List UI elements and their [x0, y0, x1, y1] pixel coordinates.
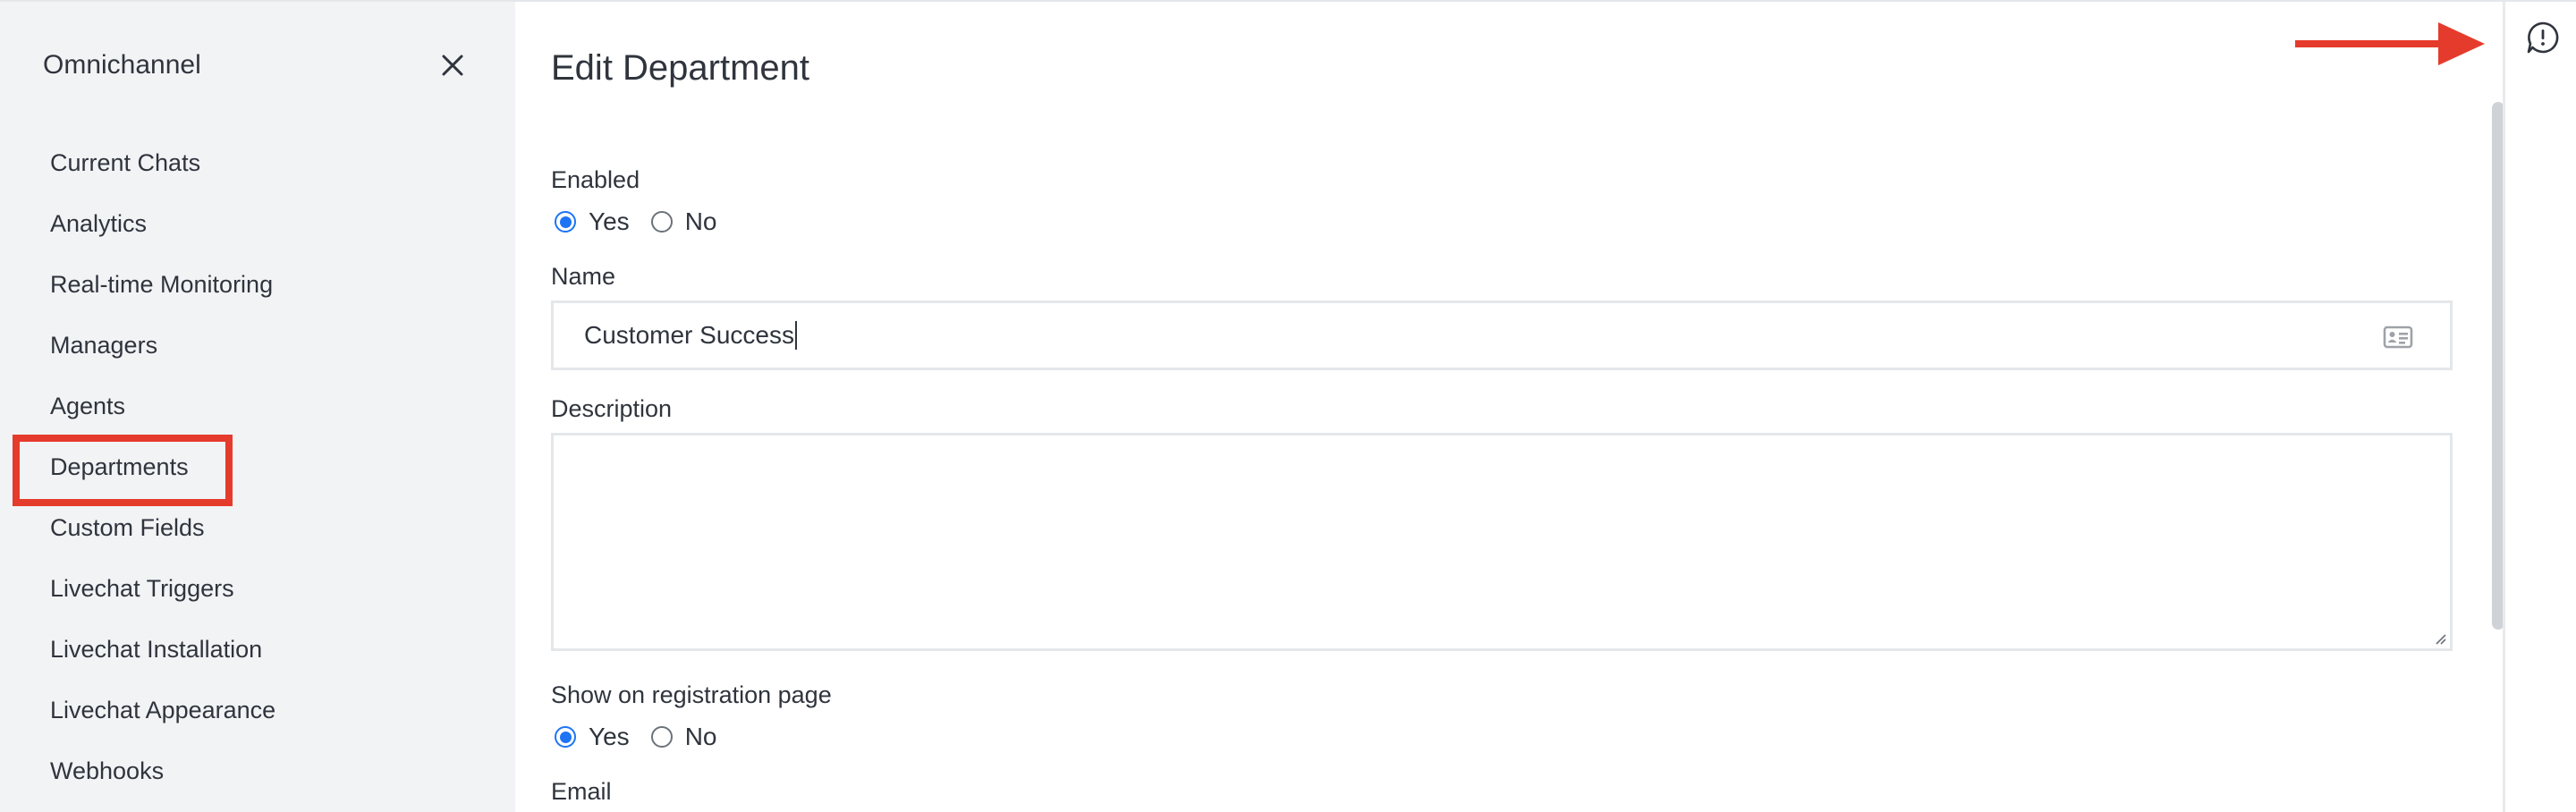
edit-department-panel: Edit Department Enabled Yes No Name Cust…	[515, 2, 2503, 812]
alert-chat-icon[interactable]	[2525, 20, 2561, 55]
sidebar-item-label: Livechat Installation	[50, 635, 263, 663]
email-label: Email	[551, 778, 612, 805]
show-on-registration-radio-group: Yes No	[551, 723, 734, 751]
enabled-yes-label[interactable]: Yes	[589, 207, 630, 236]
sidebar-menu: Current Chats Analytics Real-time Monito…	[0, 132, 515, 801]
sidebar-item-current-chats[interactable]: Current Chats	[0, 132, 515, 193]
sidebar-item-webhooks[interactable]: Webhooks	[0, 740, 515, 801]
sidebar-item-livechat-triggers[interactable]: Livechat Triggers	[0, 558, 515, 619]
show-on-registration-no-radio[interactable]	[650, 726, 673, 748]
contact-card-icon[interactable]	[2382, 321, 2414, 353]
right-rail	[2503, 2, 2576, 812]
sidebar-item-label: Current Chats	[50, 148, 201, 176]
sidebar-header: Omnichannel	[43, 43, 472, 88]
enabled-no-label[interactable]: No	[685, 207, 717, 236]
name-input-value: Customer Success	[584, 321, 794, 349]
sidebar-item-label: Livechat Triggers	[50, 574, 234, 602]
annotation-arrow-icon	[2295, 22, 2485, 65]
name-label: Name	[551, 263, 616, 290]
sidebar-item-label: Livechat Appearance	[50, 696, 276, 723]
description-label: Description	[551, 395, 673, 422]
show-on-registration-yes-label[interactable]: Yes	[589, 723, 630, 751]
sidebar-item-real-time-monitoring[interactable]: Real-time Monitoring	[0, 254, 515, 315]
sidebar-item-label: Analytics	[50, 209, 148, 237]
close-icon[interactable]	[433, 46, 472, 85]
sidebar-item-label: Departments	[50, 453, 189, 480]
sidebar-title: Omnichannel	[43, 50, 201, 80]
sidebar-item-label: Managers	[50, 331, 158, 359]
sidebar-item-departments[interactable]: Departments	[0, 435, 515, 506]
show-on-registration-no-label[interactable]: No	[685, 723, 717, 751]
resize-handle-icon[interactable]	[2432, 630, 2446, 645]
sidebar-item-analytics[interactable]: Analytics	[0, 193, 515, 254]
sidebar-item-agents[interactable]: Agents	[0, 376, 515, 436]
enabled-label: Enabled	[551, 166, 640, 193]
show-on-registration-label: Show on registration page	[551, 681, 832, 708]
enabled-no-radio[interactable]	[650, 211, 673, 233]
name-input[interactable]: Customer Success	[551, 300, 2453, 370]
sidebar: Omnichannel Current Chats Analytics Real…	[0, 2, 515, 812]
sidebar-item-livechat-installation[interactable]: Livechat Installation	[0, 619, 515, 680]
sidebar-item-label: Custom Fields	[50, 513, 205, 541]
sidebar-item-label: Agents	[50, 392, 126, 419]
description-textarea[interactable]	[551, 433, 2453, 651]
sidebar-item-managers[interactable]: Managers	[0, 315, 515, 376]
text-caret	[794, 321, 797, 350]
enabled-radio-group: Yes No	[551, 207, 734, 236]
sidebar-item-custom-fields[interactable]: Custom Fields	[0, 497, 515, 558]
sidebar-item-label: Real-time Monitoring	[50, 270, 274, 298]
sidebar-item-livechat-appearance[interactable]: Livechat Appearance	[0, 680, 515, 740]
enabled-yes-radio[interactable]	[555, 211, 576, 233]
sidebar-item-label: Webhooks	[50, 757, 165, 784]
show-on-registration-yes-radio[interactable]	[555, 726, 576, 748]
page-title: Edit Department	[551, 48, 810, 88]
